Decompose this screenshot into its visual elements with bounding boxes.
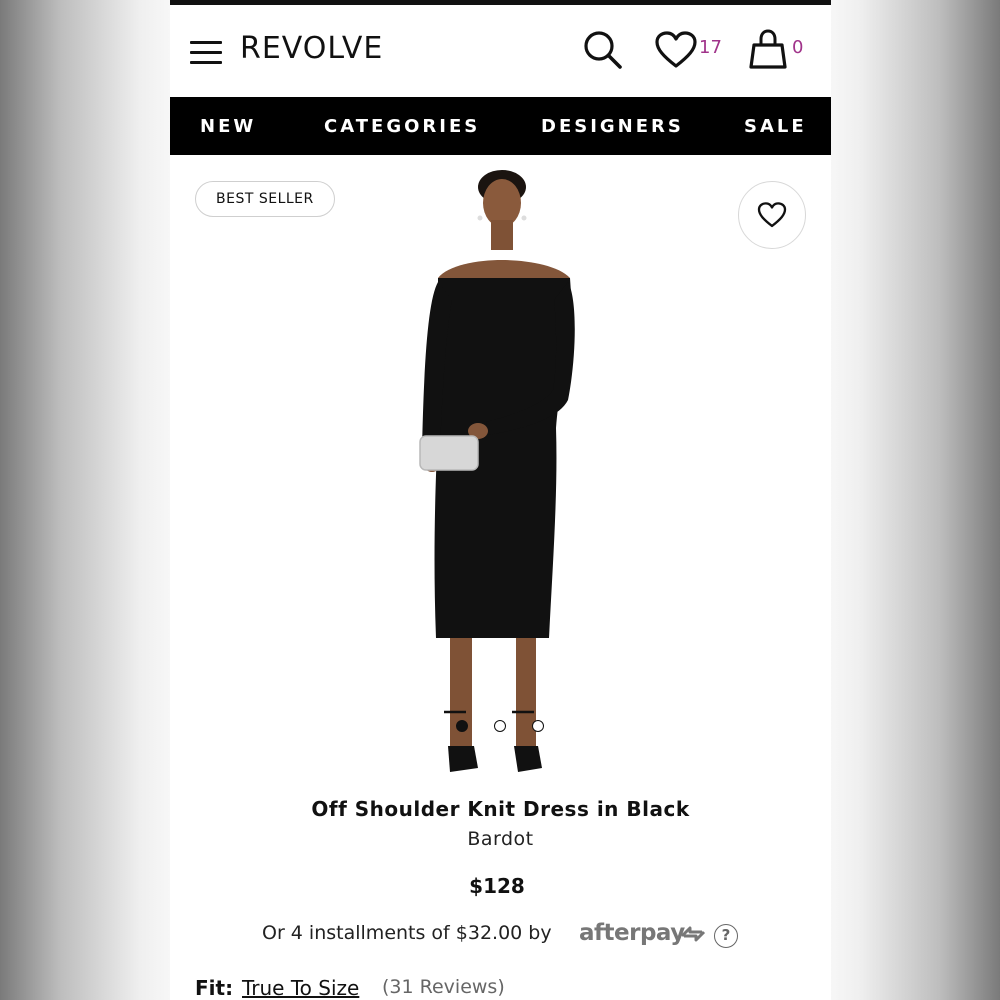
nav-item-new[interactable]: NEW [200, 116, 256, 137]
image-carousel-indicator [456, 720, 546, 736]
add-to-wishlist-button[interactable] [738, 181, 806, 249]
help-icon[interactable]: ? [714, 924, 738, 948]
product-image[interactable] [408, 160, 593, 790]
site-header: REVOLVE 17 0 [170, 5, 831, 97]
fit-label: Fit: [195, 976, 234, 1000]
menu-icon[interactable] [190, 41, 222, 65]
installments-text: Or 4 installments of $32.00 by [262, 922, 552, 944]
bag-icon[interactable] [748, 28, 790, 70]
afterpay-arrows-icon [680, 926, 706, 942]
wishlist-count-badge: 17 [699, 37, 722, 58]
product-brand[interactable]: Bardot [170, 828, 831, 850]
afterpay-logo: afterpay [579, 920, 685, 946]
heart-icon [757, 202, 787, 228]
nav-item-designers[interactable]: DESIGNERS [541, 116, 684, 137]
carousel-dot-2[interactable] [494, 720, 506, 732]
best-seller-badge: BEST SELLER [195, 181, 335, 217]
product-title: Off Shoulder Knit Dress in Black [311, 797, 690, 821]
wishlist-heart-icon[interactable] [655, 31, 697, 69]
nav-item-sale[interactable]: SALE [744, 116, 807, 137]
reviews-count[interactable]: (31 Reviews) [382, 976, 505, 998]
bag-count-badge: 0 [792, 37, 804, 58]
site-logo[interactable]: REVOLVE [240, 31, 383, 67]
product-page: REVOLVE 17 0 NEW CATEGORIES DESIGNERS SA… [170, 0, 831, 1000]
carousel-dot-1[interactable] [456, 720, 468, 732]
product-price: $128 [469, 874, 525, 898]
carousel-dot-3[interactable] [532, 720, 544, 732]
nav-item-categories[interactable]: CATEGORIES [324, 116, 480, 137]
search-icon[interactable] [582, 29, 624, 71]
fit-value-link[interactable]: True To Size [242, 976, 359, 1000]
main-nav: NEW CATEGORIES DESIGNERS SALE [170, 97, 831, 155]
